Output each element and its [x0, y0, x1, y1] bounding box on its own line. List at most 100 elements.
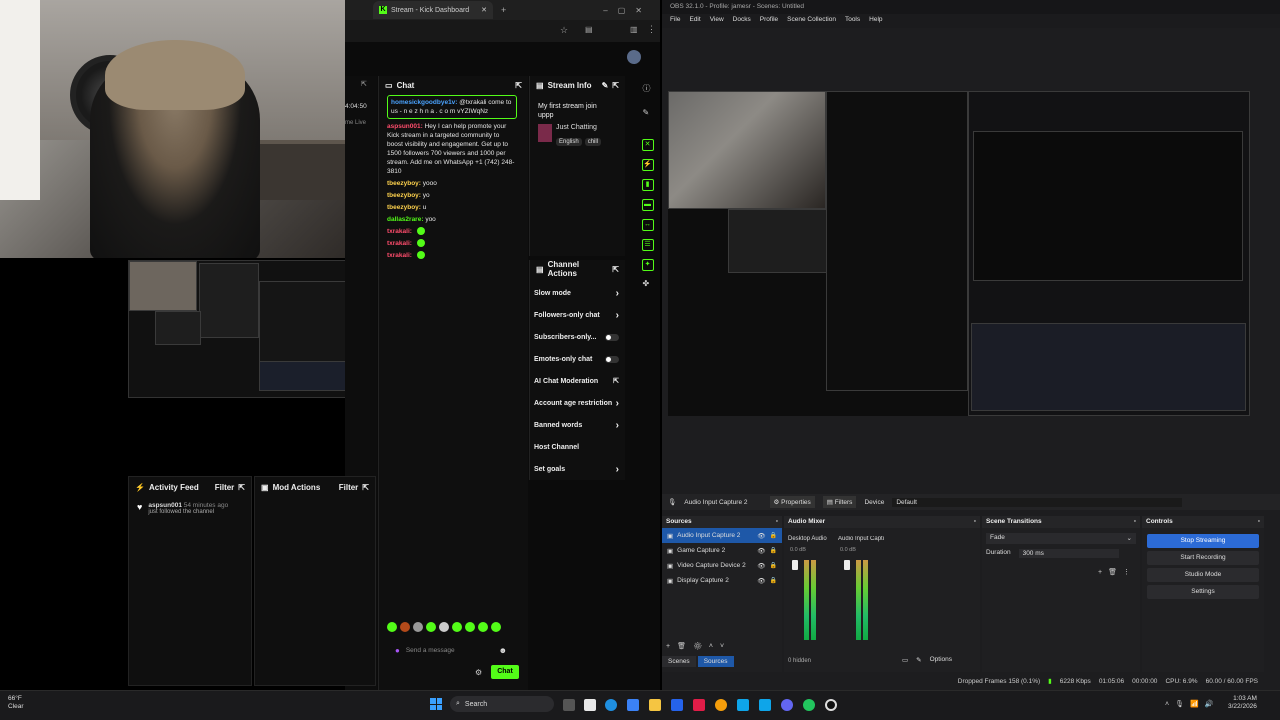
- obs-menu-item[interactable]: View: [710, 16, 724, 26]
- chat-username[interactable]: tbeezyboy:: [387, 192, 421, 199]
- obs-menu-item[interactable]: File: [670, 16, 680, 26]
- chevron-right-icon[interactable]: ›: [616, 398, 619, 409]
- edit-pencil-icon[interactable]: ✎: [602, 81, 609, 90]
- visibility-eye-icon[interactable]: 👁: [757, 532, 765, 540]
- device-select[interactable]: Default: [892, 497, 1183, 507]
- taskbar-search[interactable]: ⌕ Search: [450, 696, 554, 712]
- dock-undock-icon[interactable]: ▫: [776, 518, 778, 526]
- app-icon[interactable]: [759, 699, 771, 711]
- chat-username[interactable]: homesickgoodbye1v:: [391, 99, 457, 106]
- control-button[interactable]: Start Recording: [1147, 551, 1259, 565]
- new-tab-icon[interactable]: +: [501, 5, 506, 15]
- dock-undock-icon[interactable]: ▫: [974, 518, 976, 526]
- channel-action-item[interactable]: Set goals ›: [530, 458, 625, 480]
- activity-filter-button[interactable]: Filter: [215, 483, 235, 492]
- browser-tab-kick[interactable]: K Stream - Kick Dashboard ✕: [373, 1, 493, 19]
- mixer-options-button[interactable]: Options: [930, 656, 952, 664]
- obs-menu-item[interactable]: Scene Collection: [787, 16, 836, 26]
- channel-action-item[interactable]: Host Channel: [530, 436, 625, 458]
- file-explorer-icon[interactable]: [584, 699, 596, 711]
- emote-icon[interactable]: [478, 622, 488, 632]
- emote-icon[interactable]: [465, 622, 475, 632]
- channel-action-item[interactable]: Account age restriction ›: [530, 392, 625, 414]
- emote-icon[interactable]: [413, 622, 423, 632]
- quick-action-icon[interactable]: ✕: [641, 139, 654, 151]
- weather-widget[interactable]: 66°F Clear: [8, 695, 24, 711]
- chat-username[interactable]: tbeezyboy:: [387, 180, 421, 187]
- task-view-icon[interactable]: [563, 699, 575, 711]
- browser-menu-icon[interactable]: ⋮: [647, 24, 656, 35]
- lock-icon[interactable]: 🔒: [770, 577, 777, 584]
- channel-action-item[interactable]: Subscribers-only...: [530, 326, 625, 348]
- tab-sources[interactable]: Sources: [697, 656, 734, 667]
- visibility-eye-icon[interactable]: 👁: [757, 577, 765, 585]
- chevron-right-icon[interactable]: ›: [616, 310, 619, 321]
- lightning-icon[interactable]: ⚡: [641, 159, 654, 171]
- chevron-right-icon[interactable]: ›: [616, 464, 619, 475]
- extensions-icon[interactable]: ▤: [585, 25, 593, 34]
- visibility-eye-icon[interactable]: 👁: [757, 547, 765, 555]
- popout-icon[interactable]: ⇱: [361, 80, 367, 88]
- source-item[interactable]: ▣ Game Capture 2 👁 🔒: [662, 543, 782, 558]
- chat-username[interactable]: txrakali:: [387, 240, 412, 247]
- wrench-icon[interactable]: ✦: [641, 259, 654, 271]
- edge-icon[interactable]: [605, 699, 617, 711]
- visibility-eye-icon[interactable]: 👁: [757, 562, 765, 570]
- window-controls-icon[interactable]: –▢✕: [603, 6, 652, 15]
- info-circle-icon[interactable]: ⓘ: [643, 83, 653, 94]
- lock-icon[interactable]: 🔒: [770, 562, 777, 569]
- emote-icon[interactable]: [452, 622, 462, 632]
- control-button[interactable]: Stop Streaming: [1147, 534, 1259, 548]
- chat-username[interactable]: aspsun001:: [387, 123, 423, 130]
- chevron-right-icon[interactable]: ›: [616, 420, 619, 431]
- source-item[interactable]: ▣ Audio Input Capture 2 👁 🔒: [662, 528, 782, 543]
- channel-action-item[interactable]: AI Chat Moderation ⇱: [530, 370, 625, 392]
- taskbar-clock[interactable]: 1:03 AM 3/22/2026: [1228, 695, 1257, 711]
- tab-scenes[interactable]: Scenes: [662, 656, 696, 667]
- app-icon[interactable]: [693, 699, 705, 711]
- chat-username[interactable]: txrakali:: [387, 252, 412, 259]
- poll-icon[interactable]: ☰: [641, 239, 654, 251]
- emote-icon[interactable]: [491, 622, 501, 632]
- spotify-icon[interactable]: [803, 699, 815, 711]
- discord-icon[interactable]: [781, 699, 793, 711]
- properties-button[interactable]: ⚙ Properties: [769, 496, 815, 508]
- chat-username[interactable]: dallas2rare:: [387, 216, 424, 223]
- filters-button[interactable]: ▤ Filters: [822, 496, 857, 508]
- system-tray-icons[interactable]: ˄🎙📶🔊: [1165, 700, 1219, 708]
- toggle-switch[interactable]: [605, 355, 619, 363]
- sidebar-icon[interactable]: ▥: [630, 25, 638, 34]
- app-icon[interactable]: [671, 699, 683, 711]
- toggle-switch[interactable]: [605, 333, 619, 341]
- obs-menu-item[interactable]: Docks: [733, 16, 751, 26]
- mod-filter-button[interactable]: Filter: [339, 483, 359, 492]
- clip-icon[interactable]: ▮: [641, 179, 654, 191]
- app-icon[interactable]: [737, 699, 749, 711]
- folder-icon[interactable]: [649, 699, 661, 711]
- emoji-icon[interactable]: ☻: [499, 646, 507, 655]
- browser-address-bar[interactable]: ☆ ▤ ▥ ⋮: [345, 20, 660, 42]
- duration-input[interactable]: 300 ms: [1018, 549, 1119, 558]
- channel-action-item[interactable]: Slow mode ›: [530, 282, 625, 304]
- chat-input[interactable]: ● Send a message ☻: [391, 642, 511, 658]
- channel-action-item[interactable]: Banned words ›: [530, 414, 625, 436]
- channel-actions-popout-icon[interactable]: ⇱: [612, 265, 619, 274]
- transition-select[interactable]: Fade ⌄: [986, 533, 1136, 544]
- chat-username[interactable]: tbeezyboy:: [387, 204, 421, 211]
- chrome-icon[interactable]: [715, 699, 727, 711]
- obs-menu-item[interactable]: Edit: [689, 16, 700, 26]
- hide-icon[interactable]: ▭: [902, 656, 908, 664]
- chevron-right-icon[interactable]: ›: [616, 288, 619, 299]
- bookmark-star-icon[interactable]: ☆: [560, 25, 568, 36]
- mod-popout-icon[interactable]: ⇱: [362, 483, 369, 492]
- external-link-icon[interactable]: ⇱: [613, 377, 619, 385]
- store-icon[interactable]: [627, 699, 639, 711]
- lock-icon[interactable]: 🔒: [770, 547, 777, 554]
- pencil-icon[interactable]: ✎: [643, 108, 653, 117]
- raid-icon[interactable]: ↔: [641, 219, 654, 231]
- source-item[interactable]: ▣ Video Capture Device 2 👁 🔒: [662, 558, 782, 573]
- transition-buttons[interactable]: +🗑⋮: [1098, 568, 1136, 576]
- avatar[interactable]: [627, 50, 641, 64]
- obs-menu-item[interactable]: Tools: [845, 16, 860, 26]
- emote-icon[interactable]: [426, 622, 436, 632]
